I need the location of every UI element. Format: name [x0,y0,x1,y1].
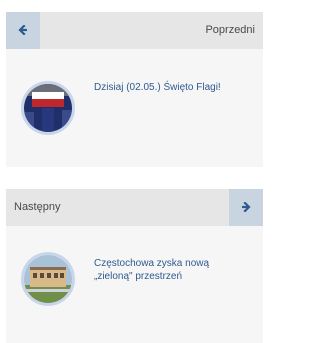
next-article-thumbnail[interactable] [21,252,75,306]
prev-arrow-button[interactable] [6,12,40,49]
prev-article-block: Poprzedni Dzisiaj (02.05.) Święto Flagi! [6,12,263,167]
arrow-left-icon [18,22,28,40]
next-article-block: Następny Częstochowa zyska nową „zieloną… [6,189,263,343]
next-article-title[interactable]: Częstochowa zyska nową „zieloną" przestr… [94,257,244,283]
next-label[interactable]: Następny [14,189,60,226]
prev-nav-bar[interactable]: Poprzedni [6,12,263,49]
arrow-right-icon [241,199,251,217]
next-arrow-button[interactable] [229,189,263,226]
prev-article-thumbnail[interactable] [21,81,75,135]
next-nav-bar[interactable]: Następny [6,189,263,226]
prev-article-title[interactable]: Dzisiaj (02.05.) Święto Flagi! [94,81,244,94]
prev-label[interactable]: Poprzedni [205,12,255,49]
